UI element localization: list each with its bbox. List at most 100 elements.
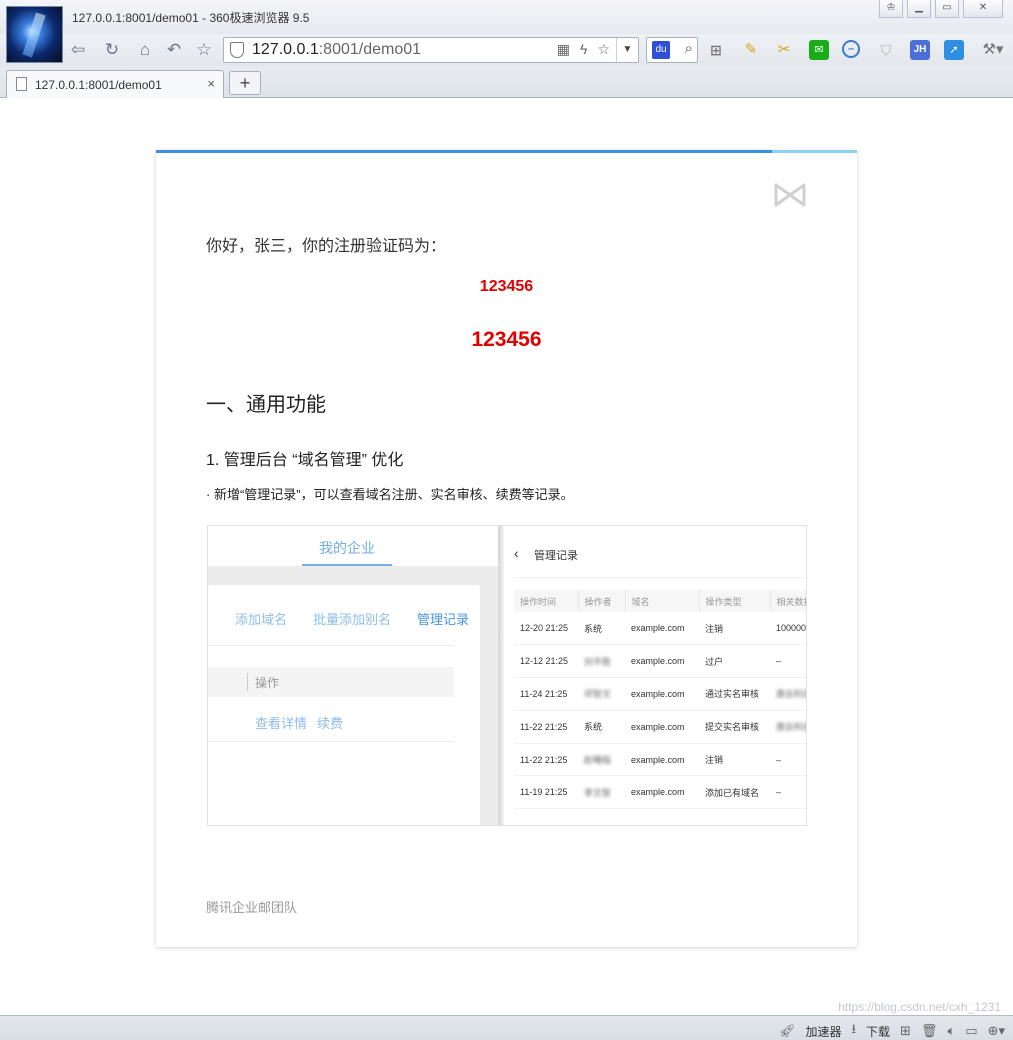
add-panel-icon[interactable]: ⊞ bbox=[900, 1023, 911, 1039]
cell-domain: example.com bbox=[625, 612, 699, 646]
address-dropdown-icon[interactable]: ▼ bbox=[616, 38, 638, 62]
cell-data: 唐云科技 bbox=[770, 677, 806, 711]
adblock-icon[interactable]: – bbox=[842, 40, 860, 58]
window-controls: ♔ ▁ ▭ ✕ bbox=[879, 0, 1003, 18]
feature-description: · 新增“管理记录”，可以查看域名注册、实名审核、续费等记录。 bbox=[206, 487, 574, 502]
tab-strip: 127.0.0.1:8001/demo01 × + bbox=[0, 66, 1013, 98]
csdn-watermark: https://blog.csdn.net/cxh_1231 bbox=[838, 1000, 1001, 1014]
cell-data: – bbox=[770, 743, 806, 777]
cell-domain: example.com bbox=[625, 743, 699, 777]
navigation-toolbar: ⇦ ↻ ⌂ ↶ ☆ 127.0.0.1:8001/demo01 ▦ ϟ ☆ ▼ … bbox=[0, 34, 1013, 66]
cell-data: – bbox=[770, 644, 806, 679]
notes-icon[interactable]: ✎ bbox=[741, 40, 761, 60]
qr-code-icon[interactable]: ▦ bbox=[557, 41, 570, 58]
jh-extension-icon[interactable]: JH bbox=[910, 40, 930, 60]
table-row: 11-22 21:25 赵曦临 example.com 注销 – bbox=[514, 743, 806, 777]
renew-link: 续费 bbox=[317, 716, 344, 731]
extensions-grid-icon[interactable]: ⊞ bbox=[706, 40, 726, 60]
table-row: 12-12 21:25 刘平胜 example.com 过户 – bbox=[514, 644, 806, 679]
tab-underline bbox=[302, 564, 392, 566]
new-tab-button[interactable]: + bbox=[229, 71, 261, 95]
zoom-icon[interactable]: ⊕▾ bbox=[988, 1023, 1005, 1039]
email-card: 你好，张三，你的注册验证码为： 123456 123456 一、通用功能 1. … bbox=[156, 150, 857, 947]
skin-icon[interactable]: ♔ bbox=[879, 0, 903, 18]
download-label[interactable]: 下载 bbox=[866, 1023, 890, 1040]
address-text[interactable]: 127.0.0.1:8001/demo01 bbox=[252, 41, 421, 59]
cell-time: 11-19 21:25 bbox=[514, 775, 578, 810]
page-icon bbox=[16, 77, 27, 91]
cell-type: 注销 bbox=[699, 612, 770, 646]
header-type: 操作类型 bbox=[698, 590, 770, 612]
search-engine-icon[interactable]: du bbox=[652, 41, 670, 59]
cell-domain: example.com bbox=[625, 775, 699, 810]
tab-close-icon[interactable]: × bbox=[207, 76, 215, 91]
cell-type: 注销 bbox=[699, 743, 770, 777]
header-time: 操作时间 bbox=[514, 590, 578, 612]
domain-tools: 添加域名 批量添加别名 管理记录 bbox=[235, 609, 469, 628]
cell-type: 通过实名审核 bbox=[699, 677, 770, 711]
management-records-panel: ‹ 管理记录 操作时间 操作者 域名 操作类型 相关数据 12-20 21:2 bbox=[504, 526, 806, 825]
settings-wrench-icon[interactable]: ⚒▾ bbox=[978, 40, 1008, 60]
table-header-row: 操作时间 操作者 域名 操作类型 相关数据 bbox=[514, 590, 806, 612]
maximize-button[interactable]: ▭ bbox=[935, 0, 959, 18]
send-icon[interactable]: ➚ bbox=[944, 40, 964, 60]
cell-operator: 赵曦临 bbox=[578, 743, 625, 777]
card-top-bar bbox=[156, 150, 772, 153]
divider bbox=[208, 645, 454, 646]
view-details-link: 查看详情 bbox=[255, 716, 308, 731]
cell-operator: 系统 bbox=[578, 710, 625, 744]
close-button[interactable]: ✕ bbox=[963, 0, 1003, 18]
download-icon[interactable]: ⭳ bbox=[851, 1020, 856, 1040]
cell-type: 添加已有域名 bbox=[699, 775, 770, 810]
search-box[interactable]: du ⌕ bbox=[646, 37, 698, 63]
card-top-bar-accent bbox=[772, 150, 857, 153]
accelerator-label[interactable]: 加速器 bbox=[805, 1023, 841, 1040]
domain-panel-card: 添加域名 批量添加别名 管理记录 操作 查看详情 续费 bbox=[208, 585, 480, 825]
home-icon[interactable]: ⌂ bbox=[133, 39, 157, 61]
undo-close-icon[interactable]: ↶ bbox=[162, 39, 186, 61]
table-row: 12-20 21:25 系统 example.com 注销 100000 bbox=[514, 612, 806, 646]
divider bbox=[514, 577, 806, 578]
security-shield-icon bbox=[230, 42, 244, 58]
cell-type: 过户 bbox=[699, 644, 770, 679]
operation-column-header: 操作 bbox=[255, 676, 280, 690]
column-separator bbox=[247, 673, 248, 691]
back-icon[interactable]: ⇦ bbox=[66, 39, 90, 61]
tencent-mail-logo-icon bbox=[774, 183, 806, 207]
status-bar: 🚀︎ 加速器 ⭳ 下载 ⊞ 🗑︎ 🔈︎ ▭ ⊕▾ bbox=[0, 1015, 1013, 1040]
shield-ext-icon[interactable]: ⛉ bbox=[876, 40, 896, 60]
minimize-button[interactable]: ▁ bbox=[907, 0, 931, 18]
domain-management-panel: 我的企业 添加域名 批量添加别名 管理记录 操作 查看详情 续费 bbox=[208, 526, 498, 825]
back-chevron-icon: ‹ bbox=[514, 545, 519, 561]
speaker-icon[interactable]: 🔈︎ bbox=[947, 1023, 955, 1039]
cell-time: 12-12 21:25 bbox=[514, 644, 578, 679]
bookmark-star-icon[interactable]: ☆ bbox=[597, 41, 610, 58]
lightning-icon[interactable]: ϟ bbox=[580, 41, 587, 58]
window-icon[interactable]: ▭ bbox=[965, 1023, 977, 1039]
cell-time: 12-20 21:25 bbox=[514, 612, 578, 646]
wechat-icon[interactable]: ✉ bbox=[809, 40, 829, 60]
screenshot-icon[interactable]: ✂ bbox=[774, 40, 794, 60]
table-row: 11-19 21:25 李文智 example.com 添加已有域名 – bbox=[514, 775, 806, 810]
records-table: 操作时间 操作者 域名 操作类型 相关数据 12-20 21:25 系统 exa… bbox=[514, 590, 806, 810]
cell-time: 11-22 21:25 bbox=[514, 710, 578, 744]
refresh-icon[interactable]: ↻ bbox=[100, 39, 124, 61]
tab-label: 127.0.0.1:8001/demo01 bbox=[35, 78, 162, 92]
cell-type: 提交实名审核 bbox=[699, 710, 770, 744]
table-row: 11-24 21:25 邓智文 example.com 通过实名审核 唐云科技 bbox=[514, 677, 806, 711]
feature-screenshot: 我的企业 添加域名 批量添加别名 管理记录 操作 查看详情 续费 ‹ 管理记录 … bbox=[207, 525, 807, 826]
table-row: 11-22 21:25 系统 example.com 提交实名审核 唐云科技 bbox=[514, 710, 806, 744]
url-host: 127.0.0.1 bbox=[252, 41, 319, 58]
header-domain: 域名 bbox=[624, 590, 699, 612]
rocket-icon[interactable]: 🚀︎ bbox=[779, 1023, 796, 1039]
trash-icon[interactable]: 🗑︎ bbox=[921, 1023, 938, 1039]
window-title: 127.0.0.1:8001/demo01 - 360极速浏览器 9.5 bbox=[72, 11, 310, 25]
favorites-star-icon[interactable]: ☆ bbox=[192, 39, 216, 61]
status-bar-items: 🚀︎ 加速器 ⭳ 下载 ⊞ 🗑︎ 🔈︎ ▭ ⊕▾ bbox=[779, 1020, 1005, 1040]
cell-operator: 李文智 bbox=[578, 775, 625, 810]
search-icon[interactable]: ⌕ bbox=[685, 40, 693, 57]
tab-demo01[interactable]: 127.0.0.1:8001/demo01 × bbox=[6, 70, 224, 98]
address-bar[interactable]: 127.0.0.1:8001/demo01 ▦ ϟ ☆ ▼ bbox=[223, 37, 639, 63]
cell-operator: 刘平胜 bbox=[578, 644, 625, 679]
verification-code-large: 123456 bbox=[471, 328, 542, 351]
